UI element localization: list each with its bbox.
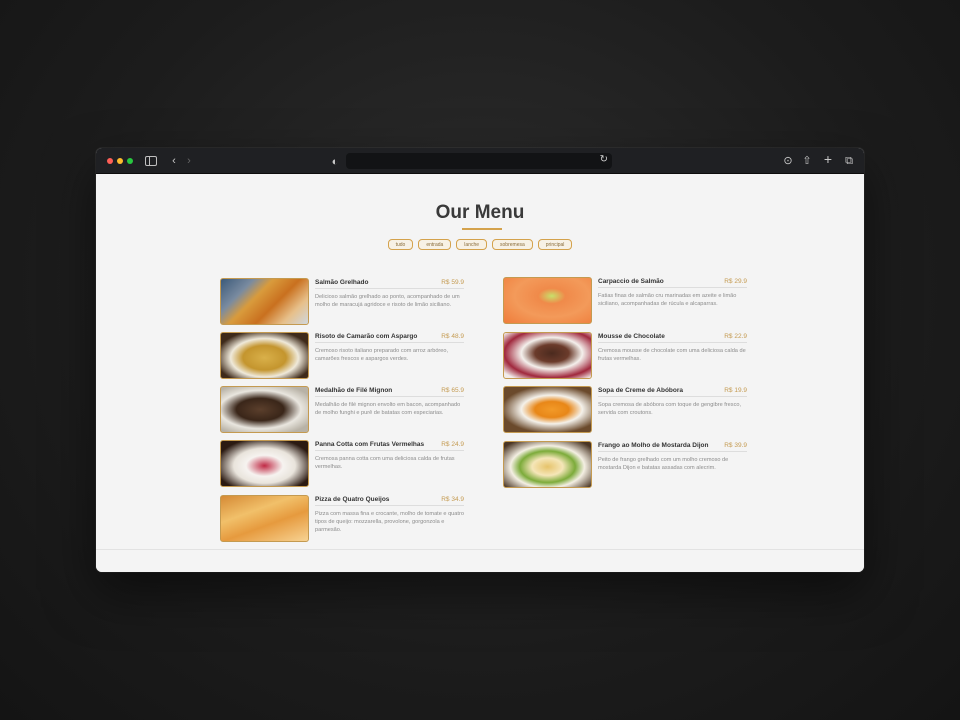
item-name: Frango ao Molho de Mostarda Dijon — [598, 442, 709, 449]
panna-cotta-dish-image — [220, 440, 309, 487]
page-title: Our Menu — [435, 202, 525, 223]
item-divider — [315, 450, 464, 451]
menu-item: Risoto de Camarão com Aspargo R$ 48.9 Cr… — [220, 332, 464, 380]
item-divider — [598, 342, 747, 343]
item-name: Sopa de Creme de Abóbora — [598, 387, 683, 394]
salmon-dish-image — [220, 278, 309, 325]
forward-icon[interactable]: › — [184, 154, 194, 168]
menu-item: Medalhão de Filé Mignon R$ 65.9 Medalhão… — [220, 386, 464, 434]
close-window-button[interactable] — [107, 158, 113, 164]
browser-window: ‹ › ◐ ↻ ⊙ ⇧ + ⧉ Our Menu tudo entrada la… — [96, 148, 864, 572]
filter-principal[interactable]: principal — [537, 239, 573, 250]
title-underline — [462, 228, 502, 230]
risotto-dish-image — [220, 332, 309, 379]
item-description: Cremoso risoto italiano preparado com ar… — [315, 348, 449, 362]
download-icon[interactable]: ⊙ — [782, 154, 794, 168]
shield-icon[interactable]: ◐ — [330, 155, 340, 169]
menu-item: Pizza de Quatro Queijos R$ 34.9 Pizza co… — [220, 495, 464, 543]
item-name: Pizza de Quatro Queijos — [315, 496, 390, 503]
carpaccio-dish-image — [503, 277, 592, 324]
menu-item: Mousse de Chocolate R$ 22.9 Cremosa mous… — [503, 332, 747, 380]
item-name: Salmão Grelhado — [315, 279, 369, 286]
medallion-dish-image — [220, 386, 309, 433]
filter-tudo[interactable]: tudo — [387, 239, 414, 250]
filter-sobremesa[interactable]: sobremesa — [492, 239, 533, 250]
page-content: Our Menu tudo entrada lanche sobremesa p… — [96, 175, 864, 572]
share-icon[interactable]: ⇧ — [801, 154, 813, 168]
item-price: R$ 59.9 — [441, 279, 464, 286]
menu-item: Carpaccio de Salmão R$ 29.9 Fatias finas… — [503, 277, 747, 325]
footer-divider — [96, 549, 864, 550]
pizza-dish-image — [220, 495, 309, 542]
item-description: Delicioso salmão grelhado ao ponto, acom… — [315, 294, 460, 308]
address-bar[interactable]: ↻ — [346, 153, 612, 169]
item-description: Fatias finas de salmão cru marinadas em … — [598, 293, 737, 307]
item-price: R$ 24.9 — [441, 441, 464, 448]
tabs-overview-icon[interactable]: ⧉ — [843, 154, 855, 168]
item-divider — [315, 396, 464, 397]
item-price: R$ 34.9 — [441, 496, 464, 503]
item-divider — [598, 451, 747, 452]
item-name: Panna Cotta com Frutas Vermelhas — [315, 441, 425, 448]
item-price: R$ 48.9 — [441, 333, 464, 340]
minimize-window-button[interactable] — [117, 158, 123, 164]
browser-toolbar: ‹ › ◐ ↻ ⊙ ⇧ + ⧉ — [96, 148, 864, 174]
new-tab-icon[interactable]: + — [822, 152, 834, 166]
maximize-window-button[interactable] — [127, 158, 133, 164]
item-description: Cremosa mousse de chocolate com uma deli… — [598, 348, 746, 362]
menu-item: Panna Cotta com Frutas Vermelhas R$ 24.9… — [220, 440, 464, 488]
pumpkin-soup-dish-image — [503, 386, 592, 433]
item-description: Medalhão de filé mignon envolto em bacon… — [315, 402, 461, 416]
menu-item: Sopa de Creme de Abóbora R$ 19.9 Sopa cr… — [503, 386, 747, 434]
filter-lanche[interactable]: lanche — [456, 239, 488, 250]
item-divider — [315, 288, 464, 289]
item-price: R$ 39.9 — [724, 442, 747, 449]
item-name: Mousse de Chocolate — [598, 333, 665, 340]
item-description: Sopa cremosa de abóbora com toque de gen… — [598, 402, 742, 416]
mousse-dish-image — [503, 332, 592, 379]
item-name: Medalhão de Filé Mignon — [315, 387, 393, 394]
category-filters: tudo entrada lanche sobremesa principal — [96, 239, 864, 250]
filter-entrada[interactable]: entrada — [418, 239, 452, 250]
item-divider — [598, 396, 747, 397]
item-price: R$ 22.9 — [724, 333, 747, 340]
item-divider — [315, 505, 464, 506]
sidebar-icon[interactable] — [145, 156, 157, 166]
item-description: Peito de frango grelhado com um molho cr… — [598, 457, 729, 471]
item-name: Carpaccio de Salmão — [598, 278, 664, 285]
item-description: Cremosa panna cotta com uma deliciosa ca… — [315, 456, 455, 470]
back-icon[interactable]: ‹ — [169, 154, 179, 168]
item-name: Risoto de Camarão com Aspargo — [315, 333, 418, 340]
item-price: R$ 29.9 — [724, 278, 747, 285]
menu-item: Salmão Grelhado R$ 59.9 Delicioso salmão… — [220, 278, 464, 326]
item-price: R$ 19.9 — [724, 387, 747, 394]
reload-icon[interactable]: ↻ — [600, 154, 608, 165]
item-price: R$ 65.9 — [441, 387, 464, 394]
chicken-dish-image — [503, 441, 592, 488]
menu-item: Frango ao Molho de Mostarda Dijon R$ 39.… — [503, 441, 747, 489]
item-description: Pizza com massa fina e crocante, molho d… — [315, 511, 464, 533]
item-divider — [315, 342, 464, 343]
item-divider — [598, 287, 747, 288]
